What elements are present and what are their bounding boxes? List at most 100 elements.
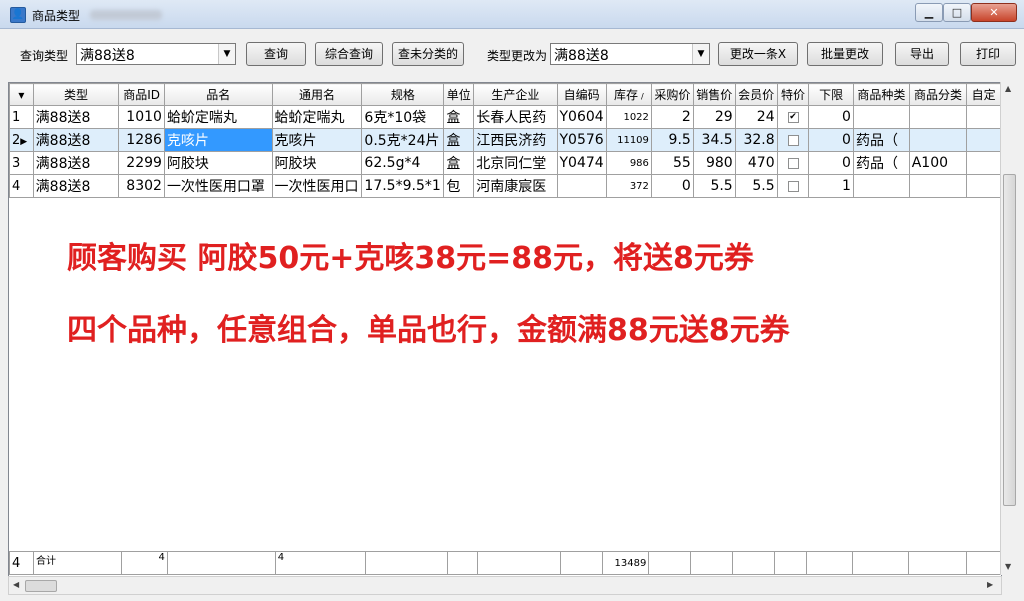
cell-special[interactable] [776, 151, 810, 175]
cell-type[interactable]: 满88送8 [32, 151, 120, 175]
chevron-down-icon[interactable]: ▼ [218, 44, 235, 64]
horizontal-scroll-thumb[interactable] [25, 580, 57, 592]
row-number[interactable]: 4 [9, 174, 34, 198]
special-checkbox[interactable] [787, 180, 799, 192]
cell-sale[interactable]: 34.5 [692, 128, 736, 152]
cell-maker[interactable]: 长春人民药 [473, 105, 558, 129]
cell-kind[interactable] [852, 174, 910, 198]
cell-type[interactable]: 满88送8 [32, 128, 120, 152]
col-header-member[interactable]: 会员价 [734, 83, 778, 106]
cell-category[interactable] [908, 105, 968, 129]
cell-name-selected[interactable]: 克咳片 [163, 128, 273, 152]
table-row[interactable]: 1 满88送8 1010 蛤蚧定喘丸 蛤蚧定喘丸 6克*10袋 盒 长春人民药 … [9, 105, 1001, 129]
cell-category[interactable]: A100 [908, 151, 968, 175]
row-number[interactable]: 3 [9, 151, 34, 175]
table-row[interactable]: 2▶ 满88送8 1286 克咳片 克咳片 0.5克*24片 盒 江西民济药 Y… [9, 128, 1001, 152]
cell-maker[interactable]: 江西民济药 [473, 128, 558, 152]
cell-special[interactable]: ✔ [776, 105, 810, 129]
col-header-maker[interactable]: 生产企业 [473, 83, 558, 106]
cell-name[interactable]: 蛤蚧定喘丸 [163, 105, 273, 129]
cell-maker[interactable]: 河南康宸医 [473, 174, 558, 198]
cell-stock[interactable]: 986 [605, 151, 652, 175]
chevron-down-icon[interactable]: ▼ [692, 44, 709, 64]
table-row[interactable]: 3 满88送8 2299 阿胶块 阿胶块 62.5g*4 盒 北京同仁堂 Y04… [9, 151, 1001, 175]
vertical-scrollbar[interactable]: ▲ ▼ [1000, 82, 1017, 575]
scroll-up-icon[interactable]: ▲ [1005, 84, 1011, 93]
cell-custom[interactable] [966, 151, 1001, 175]
cell-kind[interactable]: 药品（ [852, 128, 910, 152]
maximize-button[interactable]: □ [943, 3, 971, 22]
cell-spec[interactable]: 6克*10袋 [361, 105, 445, 129]
scroll-right-icon[interactable]: ▶ [987, 580, 993, 589]
cell-lower[interactable]: 0 [808, 128, 854, 152]
col-header-stock[interactable]: 库存 / [605, 83, 652, 106]
cell-id[interactable]: 8302 [118, 174, 165, 198]
batch-change-button[interactable]: 批量更改 [807, 42, 883, 66]
cell-custom[interactable] [966, 174, 1001, 198]
cell-unit[interactable]: 盒 [443, 128, 475, 152]
change-type-select[interactable]: 满88送8 ▼ [550, 43, 710, 65]
cell-custom[interactable] [966, 128, 1001, 152]
cell-member[interactable]: 5.5 [734, 174, 778, 198]
row-number[interactable]: 2▶ [9, 128, 34, 152]
col-header-indicator[interactable]: ▾ [9, 83, 34, 106]
cell-unit[interactable]: 盒 [443, 105, 475, 129]
cell-spec[interactable]: 62.5g*4 [361, 151, 445, 175]
cell-kind[interactable]: 药品（ [852, 151, 910, 175]
cell-sale[interactable]: 5.5 [692, 174, 736, 198]
close-button[interactable]: ✕ [971, 3, 1017, 22]
cell-kind[interactable] [852, 105, 910, 129]
cell-code[interactable]: Y0604 [556, 105, 607, 129]
cell-custom[interactable] [966, 105, 1001, 129]
query-button[interactable]: 查询 [246, 42, 306, 66]
cell-id[interactable]: 2299 [118, 151, 165, 175]
cell-code[interactable]: Y0576 [556, 128, 607, 152]
col-header-id[interactable]: 商品ID [118, 83, 165, 106]
cell-purchase[interactable]: 55 [650, 151, 694, 175]
scroll-down-icon[interactable]: ▼ [1005, 562, 1011, 571]
minimize-button[interactable]: ▁ [915, 3, 943, 22]
cell-unit[interactable]: 盒 [443, 151, 475, 175]
col-header-custom[interactable]: 自定 [966, 83, 1001, 106]
col-header-special[interactable]: 特价 [776, 83, 810, 106]
cell-stock[interactable]: 11109 [605, 128, 652, 152]
vertical-scroll-thumb[interactable] [1003, 174, 1016, 506]
cell-stock[interactable]: 1022 [605, 105, 652, 129]
cell-generic[interactable]: 克咳片 [271, 128, 363, 152]
cell-lower[interactable]: 1 [808, 174, 854, 198]
cell-spec[interactable]: 0.5克*24片 [361, 128, 445, 152]
col-header-lower[interactable]: 下限 [808, 83, 854, 106]
uncategorized-query-button[interactable]: 查未分类的 [392, 42, 464, 66]
special-checkbox[interactable] [787, 157, 799, 169]
cell-spec[interactable]: 17.5*9.5*1 [361, 174, 445, 198]
cell-special[interactable] [776, 128, 810, 152]
col-header-name[interactable]: 品名 [163, 83, 273, 106]
combined-query-button[interactable]: 综合查询 [315, 42, 383, 66]
cell-generic[interactable]: 阿胶块 [271, 151, 363, 175]
change-one-button[interactable]: 更改一条X [718, 42, 798, 66]
cell-purchase[interactable]: 0 [650, 174, 694, 198]
cell-maker[interactable]: 北京同仁堂 [473, 151, 558, 175]
cell-generic[interactable]: 一次性医用口 [271, 174, 363, 198]
cell-member[interactable]: 470 [734, 151, 778, 175]
cell-id[interactable]: 1010 [118, 105, 165, 129]
horizontal-scrollbar[interactable]: ◀ ▶ [8, 576, 1002, 595]
cell-lower[interactable]: 0 [808, 105, 854, 129]
col-header-code[interactable]: 自编码 [556, 83, 607, 106]
cell-category[interactable] [908, 174, 968, 198]
col-header-kind[interactable]: 商品种类 [852, 83, 910, 106]
special-checkbox[interactable]: ✔ [787, 111, 799, 123]
col-header-unit[interactable]: 单位 [443, 83, 475, 106]
cell-code[interactable] [556, 174, 607, 198]
special-checkbox[interactable] [787, 134, 799, 146]
cell-purchase[interactable]: 9.5 [650, 128, 694, 152]
cell-purchase[interactable]: 2 [650, 105, 694, 129]
query-type-select[interactable]: 满88送8 ▼ [76, 43, 236, 65]
print-button[interactable]: 打印 [960, 42, 1016, 66]
cell-sale[interactable]: 980 [692, 151, 736, 175]
cell-member[interactable]: 24 [734, 105, 778, 129]
cell-id[interactable]: 1286 [118, 128, 165, 152]
col-header-category[interactable]: 商品分类 [908, 83, 968, 106]
col-header-purchase[interactable]: 采购价 [650, 83, 694, 106]
table-row[interactable]: 4 满88送8 8302 一次性医用口罩 一次性医用口 17.5*9.5*1 包… [9, 174, 1001, 198]
